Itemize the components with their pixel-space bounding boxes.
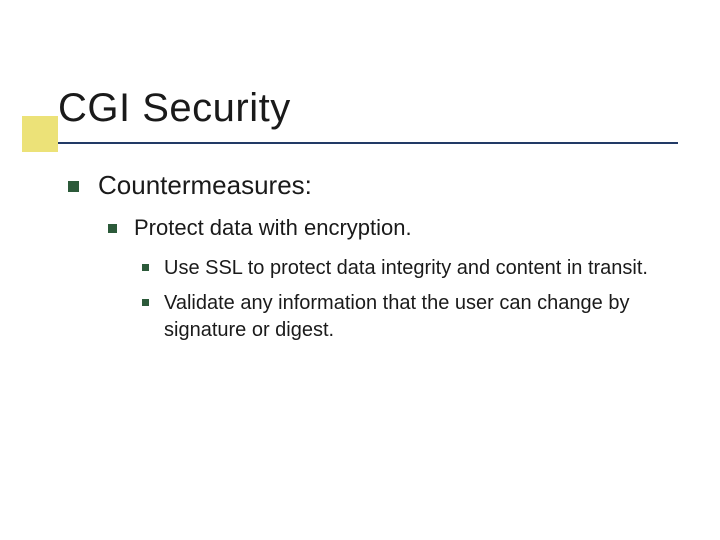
- bullets-level-3: Use SSL to protect data integrity and co…: [134, 255, 680, 344]
- bullet-text: Use SSL to protect data integrity and co…: [164, 257, 648, 279]
- bullet-text: Protect data with encryption.: [134, 215, 412, 240]
- slide: CGI Security Countermeasures: Protect da…: [0, 0, 720, 540]
- list-item: Protect data with encryption. Use SSL to…: [98, 215, 680, 344]
- slide-title: CGI Security: [58, 86, 680, 142]
- list-item: Validate any information that the user c…: [134, 290, 680, 344]
- bullet-text: Countermeasures:: [98, 170, 312, 200]
- list-item: Use SSL to protect data integrity and co…: [134, 255, 680, 282]
- slide-body: Countermeasures: Protect data with encry…: [58, 170, 680, 360]
- bullets-level-1: Countermeasures: Protect data with encry…: [58, 170, 680, 344]
- title-area: CGI Security: [58, 86, 680, 144]
- bullets-level-2: Protect data with encryption. Use SSL to…: [98, 215, 680, 344]
- list-item: Countermeasures: Protect data with encry…: [58, 170, 680, 344]
- accent-square: [22, 116, 58, 152]
- bullet-text: Validate any information that the user c…: [164, 292, 629, 341]
- title-underline: [58, 142, 678, 144]
